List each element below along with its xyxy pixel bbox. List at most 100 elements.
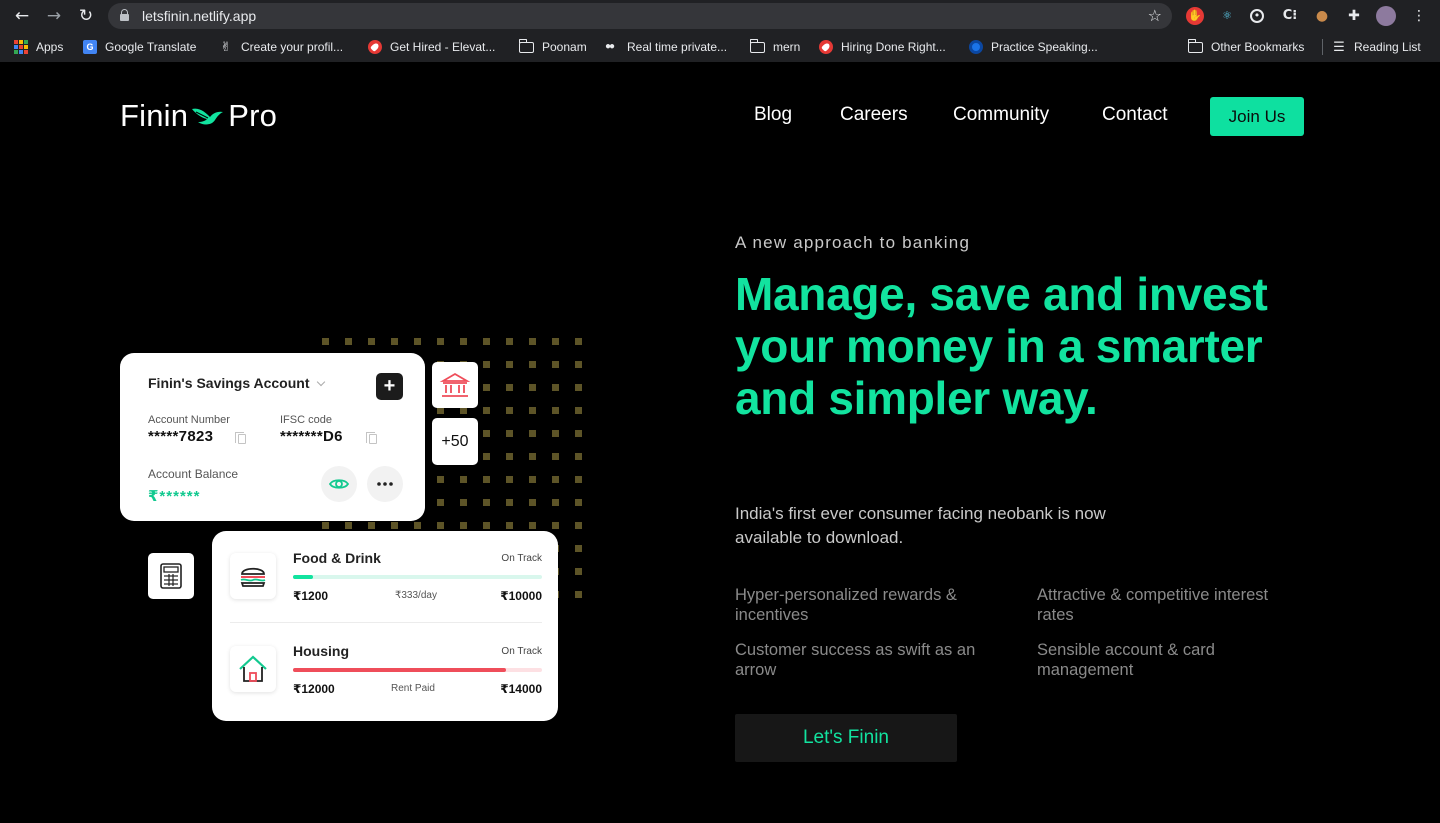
bookmark-create-profile[interactable]: ✌ Create your profil...: [219, 39, 344, 55]
browser-menu-icon[interactable]: ⋮: [1410, 7, 1428, 25]
css-extension-icon[interactable]: C⁝: [1281, 7, 1299, 25]
url-text: letsfinin.netlify.app: [142, 8, 257, 24]
bookmark-hiring-done-right[interactable]: Hiring Done Right...: [819, 39, 946, 55]
housing-category-icon-box: [230, 646, 276, 692]
react-devtools-icon[interactable]: ⚛: [1218, 7, 1236, 25]
housing-progress-fill: [293, 668, 507, 672]
ifsc-label: IFSC code: [280, 414, 332, 426]
grid-dot: [345, 338, 352, 345]
budget-limit: ₹10000: [500, 589, 542, 603]
budget-limit: ₹14000: [500, 682, 542, 696]
grid-dot: [506, 476, 513, 483]
profile-avatar[interactable]: [1376, 6, 1396, 26]
grid-dot: [460, 522, 467, 529]
grid-dot: [460, 338, 467, 345]
bookmark-label: Get Hired - Elevat...: [390, 40, 496, 54]
forward-icon[interactable]: →: [44, 6, 64, 26]
adblock-extension-icon[interactable]: ✋: [1186, 7, 1204, 25]
extensions-puzzle-icon[interactable]: ✚: [1345, 7, 1363, 25]
logo-text-finin: Finin: [120, 98, 189, 133]
grid-dot: [575, 545, 582, 552]
grid-dot: [575, 430, 582, 437]
bookmark-practice-speaking[interactable]: Practice Speaking...: [969, 39, 1098, 55]
browser-toolbar: ← → ↻ letsfinin.netlify.app ☆ ✋ ⚛ • C⁝ ●…: [0, 0, 1440, 32]
grid-dot: [437, 499, 444, 506]
budget-name: Food & Drink: [293, 550, 381, 566]
landing-page: Finin Pro Blog Careers Community Contact…: [0, 62, 1440, 823]
bookmark-other-bookmarks[interactable]: Other Bookmarks: [1187, 38, 1304, 55]
account-title[interactable]: Finin's Savings Account: [148, 375, 325, 391]
bookmark-star-icon[interactable]: ☆: [1148, 6, 1162, 25]
nav-blog[interactable]: Blog: [754, 104, 792, 126]
grid-dot: [391, 338, 398, 345]
bookmark-real-time-private[interactable]: ●● Real time private...: [605, 39, 727, 55]
grid-dot: [552, 499, 559, 506]
more-options-button[interactable]: [367, 466, 403, 502]
bookmark-google-translate[interactable]: G Google Translate: [83, 39, 196, 55]
grid-dot: [529, 522, 536, 529]
grid-dot: [437, 476, 444, 483]
bookmark-folder-mern[interactable]: mern: [749, 38, 800, 55]
calculator-button[interactable]: [148, 553, 194, 599]
grid-dot: [575, 407, 582, 414]
grid-dot: [368, 522, 375, 529]
peace-hand-icon: ✌: [220, 39, 232, 54]
budget-divider: [230, 622, 542, 623]
apps-grid-icon: [14, 40, 28, 54]
nav-careers[interactable]: Careers: [840, 104, 908, 126]
budget-spent: ₹12000: [293, 682, 335, 696]
grid-dot: [437, 522, 444, 529]
show-balance-button[interactable]: [321, 466, 357, 502]
globe-icon: [969, 40, 983, 54]
copy-ifsc-icon[interactable]: [366, 432, 377, 444]
grid-dot: [506, 453, 513, 460]
grid-dot: [552, 361, 559, 368]
rocket-icon: [819, 40, 833, 54]
bookmark-folder-poonam[interactable]: Poonam: [518, 38, 587, 55]
budget-name: Housing: [293, 643, 349, 659]
target-extension-icon[interactable]: •: [1250, 9, 1264, 23]
bank-button[interactable]: [432, 362, 478, 408]
finin-logo[interactable]: Finin Pro: [120, 98, 277, 134]
reload-icon[interactable]: ↻: [76, 6, 96, 26]
food-category-icon-box: [230, 553, 276, 599]
grid-dot: [322, 338, 329, 345]
address-bar[interactable]: letsfinin.netlify.app ☆: [108, 3, 1172, 29]
grid-dot: [552, 407, 559, 414]
back-icon[interactable]: ←: [12, 6, 32, 26]
add-account-button[interactable]: +: [376, 373, 403, 400]
bookmark-get-hired[interactable]: Get Hired - Elevat...: [368, 39, 495, 55]
google-translate-icon: G: [83, 40, 97, 54]
food-progress-fill: [293, 575, 313, 579]
join-us-button[interactable]: Join Us: [1210, 97, 1304, 136]
account-number-label: Account Number: [148, 414, 230, 426]
food-progress-track: [293, 575, 542, 579]
bookmarks-separator: [1322, 39, 1323, 55]
lock-icon: [120, 9, 129, 21]
grid-dot: [483, 453, 490, 460]
bookmark-reading-list[interactable]: ☰ Reading List: [1332, 39, 1421, 55]
lets-finin-button[interactable]: Let's Finin: [735, 714, 957, 762]
bank-icon: [439, 372, 471, 397]
grid-dot: [483, 522, 490, 529]
feature-customer-success: Customer success as swift as an arrow: [735, 641, 976, 679]
housing-progress-track: [293, 668, 542, 672]
bookmark-apps[interactable]: Apps: [14, 39, 63, 55]
grid-dot: [575, 568, 582, 575]
copy-account-number-icon[interactable]: [235, 432, 246, 444]
cookie-extension-icon[interactable]: ●: [1313, 7, 1331, 25]
folder-icon: [1187, 38, 1203, 53]
grid-dot: [575, 476, 582, 483]
bookmark-label: Create your profil...: [241, 40, 344, 54]
medium-icon: ●●: [605, 41, 615, 52]
grid-dot: [552, 430, 559, 437]
budget-status: On Track: [501, 553, 542, 564]
grid-dot: [529, 361, 536, 368]
nav-community[interactable]: Community: [953, 104, 1049, 126]
grid-dot: [460, 476, 467, 483]
grid-dot: [483, 384, 490, 391]
nav-contact[interactable]: Contact: [1102, 104, 1167, 126]
budget-daily-rate: ₹333/day: [395, 590, 437, 601]
grid-dot: [506, 499, 513, 506]
plus-fifty-badge: +50: [432, 418, 478, 465]
